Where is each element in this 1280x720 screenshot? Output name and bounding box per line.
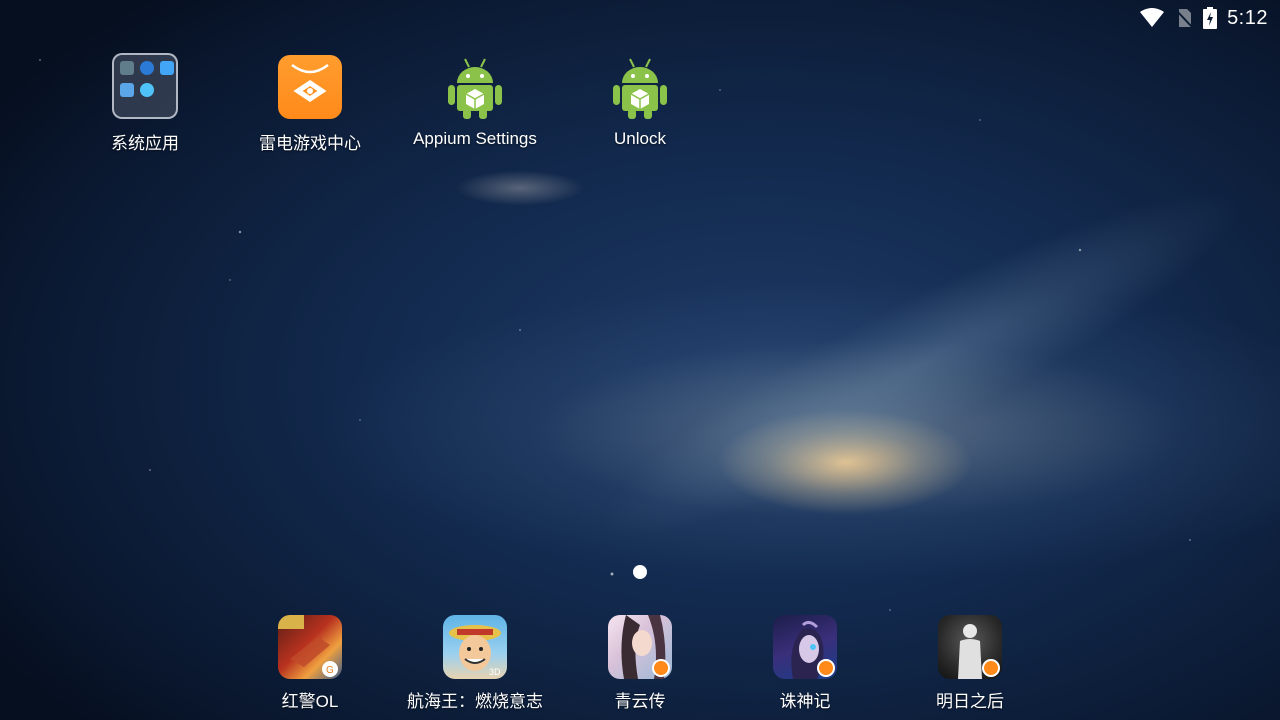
dock-label: 明日之后 <box>936 692 1004 711</box>
game-center-icon <box>278 55 342 119</box>
status-clock: 5:12 <box>1227 6 1268 29</box>
android-icon <box>608 55 672 119</box>
game-icon: 3D <box>443 615 507 679</box>
game-center-badge-icon <box>982 659 1000 677</box>
shortcut-label: 系统应用 <box>111 134 179 153</box>
dock-label: 红警OL <box>281 692 339 711</box>
shortcut-unlock[interactable]: Unlock <box>560 55 720 149</box>
dock-app-one-piece[interactable]: 3D 航海王：燃烧意志 <box>395 615 555 712</box>
game-icon <box>608 615 672 679</box>
shortcut-label: Appium Settings <box>413 129 537 148</box>
dock-app-hongjing-ol[interactable]: G 红警OL <box>230 615 390 712</box>
game-icon <box>773 615 837 679</box>
shortcut-label: 雷电游戏中心 <box>259 134 361 153</box>
download-icon <box>140 83 154 97</box>
wifi-icon <box>1139 8 1165 28</box>
dock-label: 诛神记 <box>779 692 831 711</box>
game-center-badge-icon <box>652 659 670 677</box>
wallpaper-galaxy <box>569 143 1271 587</box>
game-icon: G <box>278 615 342 679</box>
dock-label: 航海王：燃烧意志 <box>407 692 543 711</box>
battery-charging-icon <box>1203 7 1218 29</box>
status-bar: 5:12 <box>980 0 1280 36</box>
shortcut-system-apps-folder[interactable]: 系统应用 <box>65 53 225 154</box>
svg-text:G: G <box>326 665 334 676</box>
game-center-badge-icon <box>817 659 835 677</box>
file-manager-icon <box>160 61 174 75</box>
dock-app-zhushenji[interactable]: 诛神记 <box>725 615 885 712</box>
shortcut-game-center[interactable]: 雷电游戏中心 <box>230 55 390 154</box>
folder-icon <box>112 53 178 119</box>
shortcut-appium-settings[interactable]: Appium Settings <box>395 55 555 149</box>
game-icon <box>938 615 1002 679</box>
settings-icon <box>120 61 134 75</box>
svg-text:3D: 3D <box>489 667 501 677</box>
dock-label: 青云传 <box>614 692 666 711</box>
dock-app-mingri-zhihou[interactable]: 明日之后 <box>890 615 1050 712</box>
page-indicator-dot <box>633 565 647 579</box>
android-icon <box>443 55 507 119</box>
no-sim-icon <box>1175 8 1193 28</box>
dock-app-qingyun[interactable]: 青云传 <box>560 615 720 712</box>
browser-icon <box>140 61 154 75</box>
shortcut-label: Unlock <box>614 129 666 148</box>
contacts-icon <box>120 83 134 97</box>
